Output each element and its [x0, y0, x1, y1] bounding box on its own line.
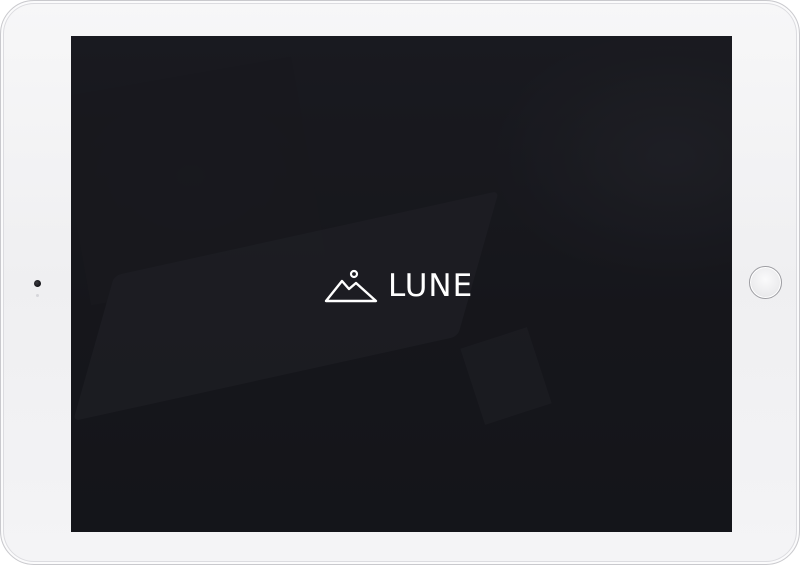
front-camera	[34, 280, 41, 287]
tablet-frame: LUNE	[0, 0, 800, 565]
brand-name: LUNE	[388, 268, 474, 304]
splash-screen: LUNE	[71, 36, 732, 532]
mountain-sun-icon	[324, 269, 378, 303]
brand-logo: LUNE	[324, 266, 473, 306]
light-sensor	[36, 294, 39, 297]
home-button[interactable]	[749, 266, 782, 299]
